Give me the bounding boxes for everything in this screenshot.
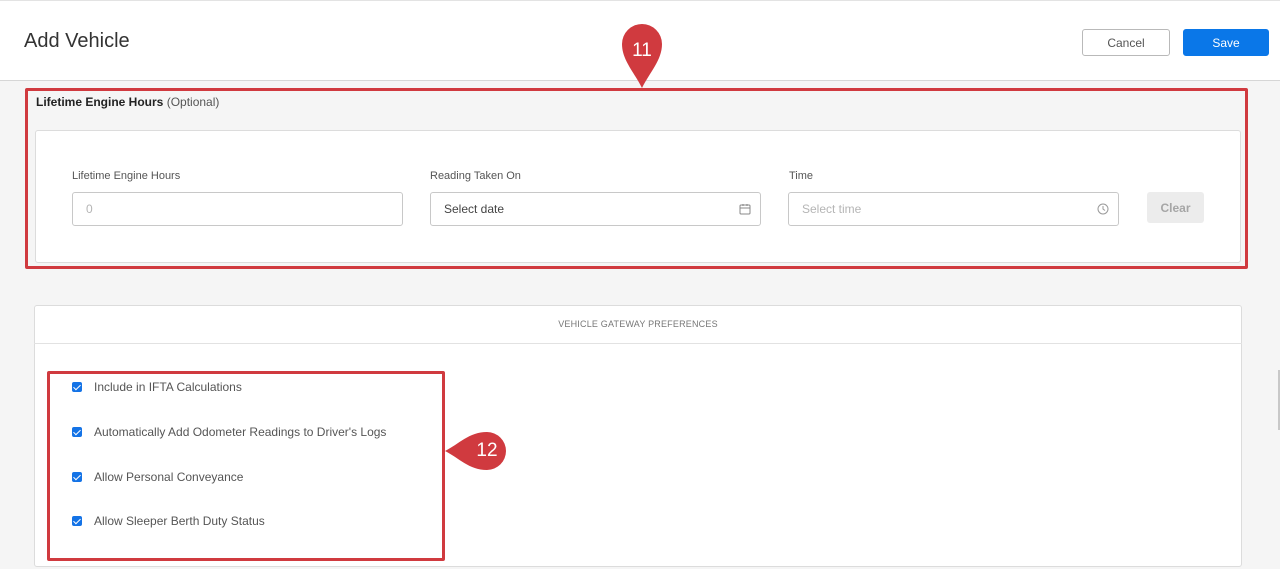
gateway-preferences-header: VEHICLE GATEWAY PREFERENCES — [34, 305, 1242, 344]
annotation-marker-11-text: 11 — [632, 40, 652, 61]
page-title: Add Vehicle — [24, 30, 130, 52]
annotation-box-12 — [47, 371, 445, 561]
annotation-box-11 — [25, 88, 1248, 269]
annotation-marker-12-text: 12 — [476, 440, 498, 461]
save-button[interactable]: Save — [1183, 29, 1269, 56]
cancel-button[interactable]: Cancel — [1082, 29, 1170, 56]
